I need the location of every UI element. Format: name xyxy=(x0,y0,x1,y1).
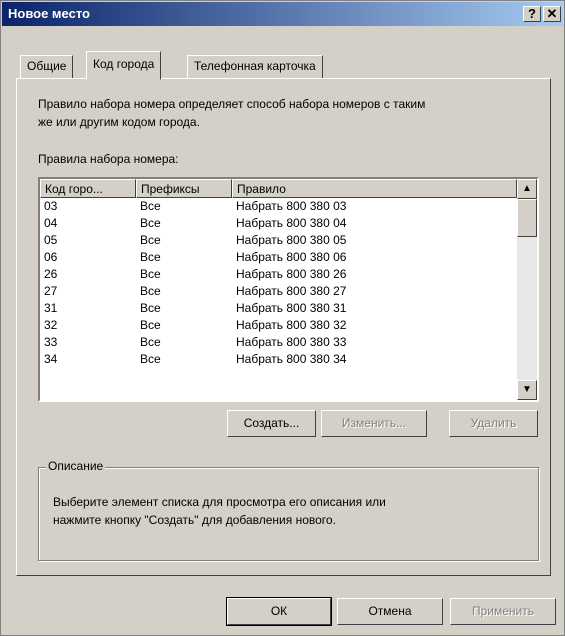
vertical-scrollbar[interactable]: ▲ ▼ xyxy=(517,179,537,400)
cell-prefixes: Все xyxy=(140,352,161,366)
tab-area-code[interactable]: Код города xyxy=(86,51,162,80)
cell-prefixes: Все xyxy=(140,233,161,247)
cell-prefixes: Все xyxy=(140,216,161,230)
cell-rule: Набрать 800 380 03 xyxy=(236,199,347,213)
help-icon: ? xyxy=(528,6,536,21)
ok-button[interactable]: ОК xyxy=(226,597,332,626)
cell-prefixes: Все xyxy=(140,250,161,264)
close-button[interactable]: ✕ xyxy=(543,6,561,22)
rules-label: Правила набора номера: xyxy=(38,152,179,166)
cell-area-code: 27 xyxy=(44,284,58,298)
tab-general[interactable]: Общие xyxy=(20,55,74,79)
table-row[interactable]: 34 Все Набрать 800 380 34 xyxy=(40,352,518,367)
cell-area-code: 04 xyxy=(44,216,58,230)
cell-rule: Набрать 800 380 04 xyxy=(236,216,347,230)
scroll-up-button[interactable]: ▲ xyxy=(517,179,537,199)
cell-rule: Набрать 800 380 27 xyxy=(236,284,347,298)
table-row[interactable]: 03 Все Набрать 800 380 03 xyxy=(40,199,518,214)
table-row[interactable]: 27 Все Набрать 800 380 27 xyxy=(40,284,518,299)
cell-rule: Набрать 800 380 06 xyxy=(236,250,347,264)
dialog-window: Новое место ? ✕ Общие Код города Телефон… xyxy=(0,0,565,636)
cell-area-code: 33 xyxy=(44,335,58,349)
cell-prefixes: Все xyxy=(140,301,161,315)
cell-prefixes: Все xyxy=(140,335,161,349)
cell-area-code: 03 xyxy=(44,199,58,213)
cell-area-code: 05 xyxy=(44,233,58,247)
arrow-up-icon: ▲ xyxy=(522,183,532,194)
cell-prefixes: Все xyxy=(140,284,161,298)
cell-area-code: 31 xyxy=(44,301,58,315)
table-row[interactable]: 33 Все Набрать 800 380 33 xyxy=(40,335,518,350)
column-header-prefixes[interactable]: Префиксы xyxy=(136,179,232,198)
intro-text-line-1: Правило набора номера определяет способ … xyxy=(38,97,426,111)
cancel-button[interactable]: Отмена xyxy=(337,598,443,625)
cell-area-code: 06 xyxy=(44,250,58,264)
table-row[interactable]: 05 Все Набрать 800 380 05 xyxy=(40,233,518,248)
table-row[interactable]: 31 Все Набрать 800 380 31 xyxy=(40,301,518,316)
cell-area-code: 26 xyxy=(44,267,58,281)
cell-rule: Набрать 800 380 05 xyxy=(236,233,347,247)
tab-calling-card[interactable]: Телефонная карточка xyxy=(187,55,323,79)
title-bar[interactable]: Новое место ? ✕ xyxy=(2,2,563,26)
scroll-thumb[interactable] xyxy=(517,199,537,237)
cell-prefixes: Все xyxy=(140,267,161,281)
cell-rule: Набрать 800 380 32 xyxy=(236,318,347,332)
window-title: Новое место xyxy=(8,6,90,21)
table-row[interactable]: 06 Все Набрать 800 380 06 xyxy=(40,250,518,265)
cell-rule: Набрать 800 380 31 xyxy=(236,301,347,315)
apply-button[interactable]: Применить xyxy=(450,598,556,625)
cell-rule: Набрать 800 380 33 xyxy=(236,335,347,349)
intro-text-line-2: же или другим кодом города. xyxy=(38,115,200,129)
close-icon: ✕ xyxy=(546,6,558,21)
table-row[interactable]: 32 Все Набрать 800 380 32 xyxy=(40,318,518,333)
table-row[interactable]: 26 Все Набрать 800 380 26 xyxy=(40,267,518,282)
edit-button[interactable]: Изменить... xyxy=(321,410,427,437)
cell-rule: Набрать 800 380 34 xyxy=(236,352,347,366)
table-row[interactable]: 04 Все Набрать 800 380 04 xyxy=(40,216,518,231)
cell-prefixes: Все xyxy=(140,318,161,332)
create-button[interactable]: Создать... xyxy=(227,410,316,437)
column-header-area-code[interactable]: Код горо... xyxy=(40,179,136,198)
scroll-down-button[interactable]: ▼ xyxy=(517,380,537,400)
help-button[interactable]: ? xyxy=(523,6,541,22)
cell-area-code: 34 xyxy=(44,352,58,366)
description-legend: Описание xyxy=(46,459,106,473)
cell-rule: Набрать 800 380 26 xyxy=(236,267,347,281)
description-line-1: Выберите элемент списка для просмотра ег… xyxy=(53,495,386,509)
column-header-rule[interactable]: Правило xyxy=(232,179,517,198)
cell-area-code: 32 xyxy=(44,318,58,332)
description-line-2: нажмите кнопку "Создать" для добавления … xyxy=(53,513,336,527)
arrow-down-icon: ▼ xyxy=(522,384,532,395)
delete-button[interactable]: Удалить xyxy=(449,410,538,437)
rules-list[interactable]: Код горо... Префиксы Правило 03 Все Набрат… xyxy=(38,177,539,402)
cell-prefixes: Все xyxy=(140,199,161,213)
